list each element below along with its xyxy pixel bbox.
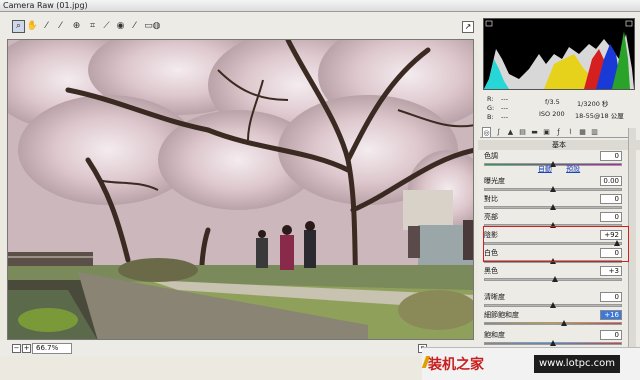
tab-detail-icon[interactable]: ▲ xyxy=(506,127,515,137)
auto-link[interactable]: 自動 xyxy=(538,165,552,173)
shutter-value: 1/3200 秒 xyxy=(577,100,609,108)
exposure-slider-thumb[interactable] xyxy=(550,186,556,192)
saturation-value[interactable]: 0 xyxy=(600,330,622,340)
zoom-tool-icon[interactable]: ⌕ xyxy=(12,20,25,33)
vibrance-slider-track[interactable] xyxy=(484,322,622,325)
zoom-level-select[interactable]: 66.7% xyxy=(32,343,72,354)
title-bar: Camera Raw (01.jpg) xyxy=(0,0,640,12)
highlight-box xyxy=(483,226,629,262)
b-label: B: xyxy=(487,113,494,121)
highlights-label: 亮部 xyxy=(484,213,498,221)
b-value: --- xyxy=(501,113,509,121)
tint-label: 色調 xyxy=(484,152,498,160)
slider-row-vibrance[interactable]: 細節飽和度 +16 xyxy=(484,310,628,330)
lens-value: 18-55@18 公厘 xyxy=(575,112,624,120)
panel-scrollbar[interactable] xyxy=(628,128,636,364)
image-info: R: --- G: --- B: --- f/3.5 1/3200 秒 ISO … xyxy=(483,94,635,122)
g-label: G: xyxy=(487,104,495,112)
slider-row-blacks[interactable]: 黑色 +3 xyxy=(484,266,628,286)
adjustment-panel: R: --- G: --- B: --- f/3.5 1/3200 秒 ISO … xyxy=(478,12,640,380)
redeye-icon[interactable]: ◉ xyxy=(114,20,127,33)
tab-effects-icon[interactable]: ƒ xyxy=(554,127,563,137)
highlights-value[interactable]: 0 xyxy=(600,212,622,222)
color-sampler-icon[interactable]: ⁄ xyxy=(54,20,67,33)
status-bar: − + 66.7% ▾ xyxy=(0,340,478,356)
contrast-value[interactable]: 0 xyxy=(600,194,622,204)
tab-basic-icon[interactable]: ◎ xyxy=(482,127,491,137)
crop-icon[interactable]: ⌗ xyxy=(86,20,99,33)
blacks-label: 黑色 xyxy=(484,267,498,275)
panel-tabs: ◎ ∫ ▲ ▤ ▬ ▣ ƒ ⌇ ▦ ▥ ≡ xyxy=(480,127,636,138)
iso-value: ISO 200 xyxy=(539,110,565,118)
r-value: --- xyxy=(501,95,509,103)
blacks-value[interactable]: +3 xyxy=(600,266,622,276)
slider-row-exposure[interactable]: 曝光度 0.00 xyxy=(484,176,628,196)
tab-snapshots-icon[interactable]: ▥ xyxy=(590,127,599,137)
eyedropper-icon[interactable]: ⁄ xyxy=(40,20,53,33)
rotate-icon[interactable]: ◍ xyxy=(150,20,163,33)
vibrance-slider-thumb[interactable] xyxy=(561,320,567,326)
histogram xyxy=(483,18,635,90)
fullscreen-icon[interactable]: ↗ xyxy=(462,21,474,33)
zoom-out-icon[interactable]: − xyxy=(12,344,21,353)
exposure-value[interactable]: 0.00 xyxy=(600,176,622,186)
tint-value[interactable]: 0 xyxy=(600,151,622,161)
section-title: 基本 xyxy=(478,140,640,150)
tab-hsl-icon[interactable]: ▤ xyxy=(518,127,527,137)
clarity-value[interactable]: 0 xyxy=(600,292,622,302)
window-title: Camera Raw (01.jpg) xyxy=(3,1,88,10)
cherry-blossom-photo xyxy=(8,40,473,339)
vibrance-label: 細節飽和度 xyxy=(484,311,519,319)
slider-row-contrast[interactable]: 對比 0 xyxy=(484,194,628,214)
brush-icon[interactable]: ⁄ xyxy=(128,20,141,33)
contrast-slider-thumb[interactable] xyxy=(550,204,556,210)
slider-row-clarity[interactable]: 清晰度 0 xyxy=(484,292,628,312)
tab-lens-icon[interactable]: ▣ xyxy=(542,127,551,137)
tab-camera-calibration-icon[interactable]: ⌇ xyxy=(566,127,575,137)
r-label: R: xyxy=(487,95,494,103)
watermark: 装机之家 www.lotpc.com xyxy=(421,347,640,380)
brand-url: www.lotpc.com xyxy=(534,355,620,373)
straighten-icon[interactable]: ⟋ xyxy=(100,20,113,33)
histogram-graph xyxy=(484,20,634,89)
aperture-value: f/3.5 xyxy=(545,98,560,106)
g-value: --- xyxy=(501,104,509,112)
camera-raw-window: Camera Raw (01.jpg) ⌕ ✋ ⁄ ⁄ ⊕ ⌗ ⟋ ◉ ⁄ ▭ … xyxy=(0,0,640,380)
auto-default-links: 自動 預設 xyxy=(478,164,640,174)
contrast-label: 對比 xyxy=(484,195,498,203)
clarity-label: 清晰度 xyxy=(484,293,505,301)
target-adjust-icon[interactable]: ⊕ xyxy=(70,20,83,33)
saturation-slider-thumb[interactable] xyxy=(550,340,556,346)
tab-split-toning-icon[interactable]: ▬ xyxy=(530,127,539,137)
default-link[interactable]: 預設 xyxy=(566,165,580,173)
hand-tool-icon[interactable]: ✋ xyxy=(26,20,39,33)
saturation-label: 飽和度 xyxy=(484,331,505,339)
clarity-slider-thumb[interactable] xyxy=(550,302,556,308)
tab-presets-icon[interactable]: ▦ xyxy=(578,127,587,137)
zoom-in-icon[interactable]: + xyxy=(22,344,31,353)
brand-name: 装机之家 xyxy=(428,357,484,373)
tab-tone-curve-icon[interactable]: ∫ xyxy=(494,127,503,137)
blacks-slider-thumb[interactable] xyxy=(552,276,558,282)
exposure-label: 曝光度 xyxy=(484,177,505,185)
photo-preview[interactable] xyxy=(7,39,474,340)
vibrance-value[interactable]: +16 xyxy=(600,310,622,320)
